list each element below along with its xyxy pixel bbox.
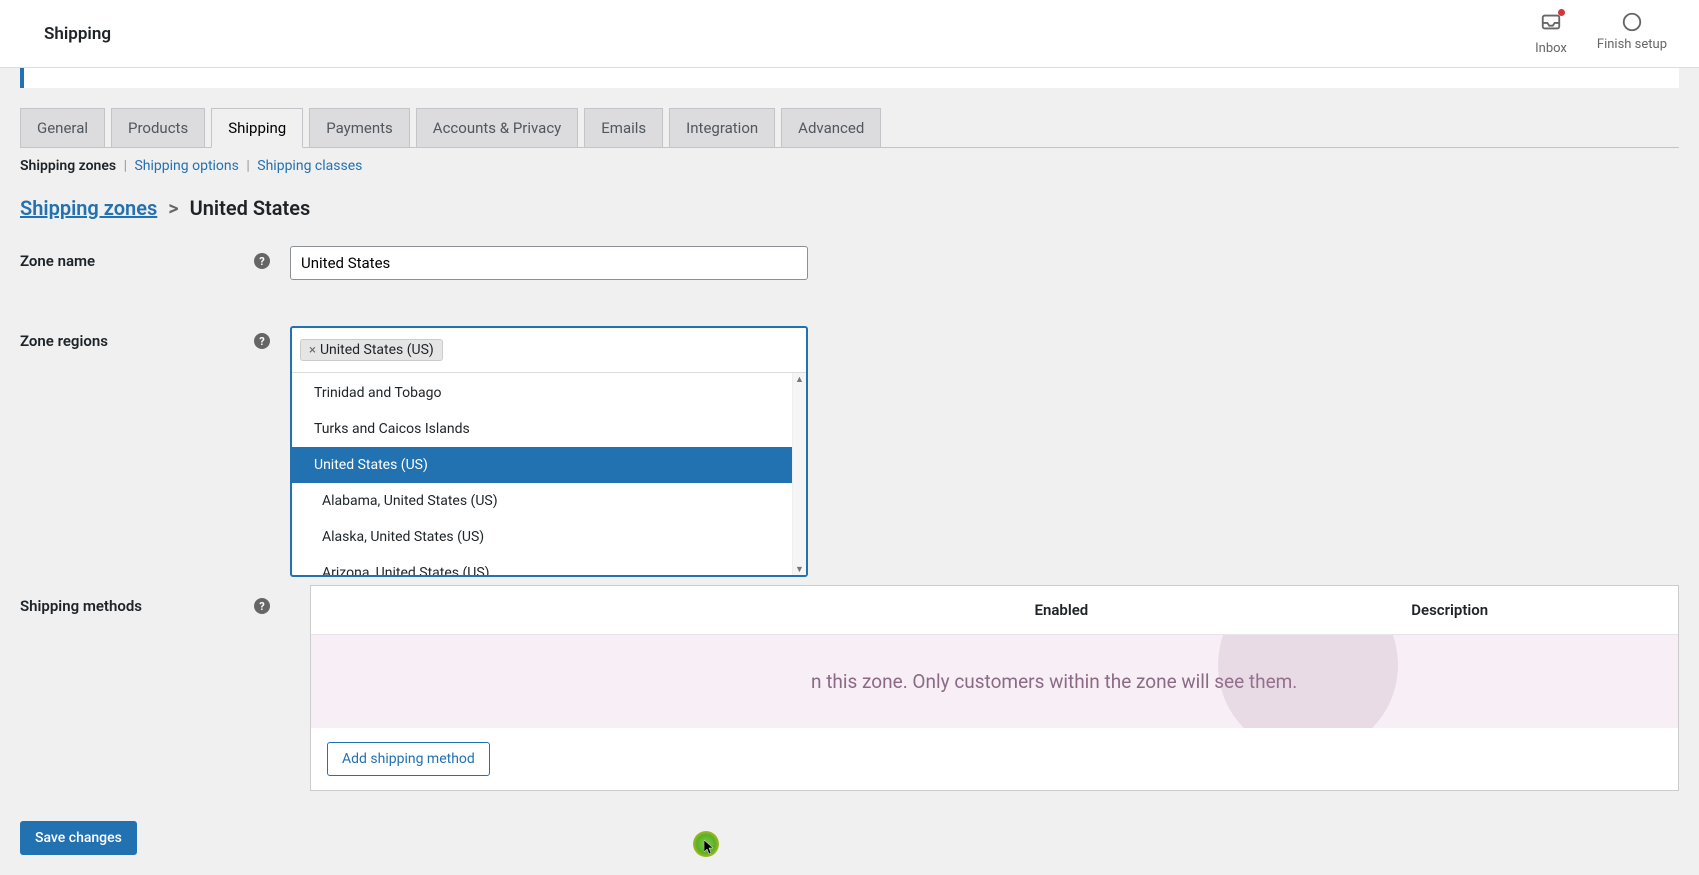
zone-regions-label: Zone regions xyxy=(20,332,108,350)
shipping-methods-label-wrap: Shipping methods ? xyxy=(20,597,290,615)
tab-integration[interactable]: Integration xyxy=(669,108,775,147)
help-icon[interactable]: ? xyxy=(254,598,270,614)
zone-regions-row: Zone regions ? × United States (US) Trin… xyxy=(20,326,1679,577)
cursor-highlight-icon xyxy=(693,831,719,857)
tab-products[interactable]: Products xyxy=(111,108,205,147)
zone-regions-select[interactable]: × United States (US) Trinidad and Tobago… xyxy=(290,326,808,577)
tab-general[interactable]: General xyxy=(20,108,105,147)
circle-icon xyxy=(1621,11,1643,33)
scroll-down-icon[interactable]: ▼ xyxy=(793,563,806,575)
zone-name-row: Zone name ? xyxy=(20,246,1679,280)
notice-remnant xyxy=(20,68,1679,88)
zone-name-label: Zone name xyxy=(20,252,95,270)
content-wrap: General Products Shipping Payments Accou… xyxy=(0,68,1699,875)
selected-region-tag: × United States (US) xyxy=(300,339,443,361)
region-option-highlighted[interactable]: United States (US) xyxy=(292,447,806,483)
zone-name-label-wrap: Zone name ? xyxy=(20,246,290,270)
methods-table-footer: Add shipping method xyxy=(311,728,1678,790)
region-option[interactable]: Trinidad and Tobago xyxy=(292,373,806,411)
breadcrumb-root-link[interactable]: Shipping zones xyxy=(20,196,157,220)
inbox-button[interactable]: Inbox xyxy=(1535,11,1567,56)
region-option[interactable]: Alaska, United States (US) xyxy=(292,519,806,555)
methods-table-header: Title Enabled Description xyxy=(311,586,1678,635)
scroll-up-icon[interactable]: ▲ xyxy=(793,373,806,385)
top-bar-actions: Inbox Finish setup xyxy=(1535,11,1679,56)
subnav-classes[interactable]: Shipping classes xyxy=(257,158,362,174)
region-option[interactable]: Alabama, United States (US) xyxy=(292,483,806,519)
top-bar: Shipping Inbox Finish setup xyxy=(0,0,1699,68)
tab-emails[interactable]: Emails xyxy=(584,108,663,147)
remove-tag-icon[interactable]: × xyxy=(309,343,316,358)
selected-region-text: United States (US) xyxy=(320,342,434,358)
zone-name-input[interactable] xyxy=(290,246,808,280)
subnav-zones[interactable]: Shipping zones xyxy=(20,158,116,174)
methods-empty-state: n this zone. Only customers within the z… xyxy=(311,635,1678,728)
zone-name-field xyxy=(290,246,808,280)
empty-state-text: n this zone. Only customers within the z… xyxy=(811,670,1297,693)
cursor-icon xyxy=(704,840,716,860)
tab-payments[interactable]: Payments xyxy=(309,108,410,147)
settings-tabs: General Products Shipping Payments Accou… xyxy=(20,108,1679,148)
zone-regions-label-wrap: Zone regions ? xyxy=(20,326,290,350)
tab-accounts-privacy[interactable]: Accounts & Privacy xyxy=(416,108,578,147)
separator: | xyxy=(246,158,249,174)
inbox-label: Inbox xyxy=(1535,41,1567,56)
select-selection[interactable]: × United States (US) xyxy=(292,328,806,372)
region-option[interactable]: Turks and Caicos Islands xyxy=(292,411,806,447)
finish-setup-label: Finish setup xyxy=(1597,37,1667,52)
col-enabled: Enabled xyxy=(825,601,1282,619)
col-description: Description xyxy=(1281,601,1658,619)
help-icon[interactable]: ? xyxy=(254,333,270,349)
add-shipping-method-button[interactable]: Add shipping method xyxy=(327,742,490,776)
help-icon[interactable]: ? xyxy=(254,253,270,269)
breadcrumb-current: United States xyxy=(190,196,311,220)
finish-setup-button[interactable]: Finish setup xyxy=(1597,11,1667,56)
region-option[interactable]: Arizona, United States (US) xyxy=(292,555,806,575)
chevron-right-icon: > xyxy=(168,196,178,220)
breadcrumb: Shipping zones > United States xyxy=(20,196,1679,220)
notification-dot-icon xyxy=(1558,9,1565,16)
dropdown-scrollbar[interactable]: ▲ ▼ xyxy=(792,373,806,575)
page-title: Shipping xyxy=(20,24,111,44)
shipping-methods-table: Title Enabled Description n this zone. O… xyxy=(310,585,1679,791)
shipping-subnav: Shipping zones | Shipping options | Ship… xyxy=(20,158,1679,174)
zone-regions-field: × United States (US) Trinidad and Tobago… xyxy=(290,326,808,577)
region-dropdown: Trinidad and Tobago Turks and Caicos Isl… xyxy=(292,372,806,575)
tab-shipping[interactable]: Shipping xyxy=(211,108,303,148)
tab-advanced[interactable]: Advanced xyxy=(781,108,881,147)
save-changes-button[interactable]: Save changes xyxy=(20,821,137,855)
separator: | xyxy=(124,158,127,174)
shipping-methods-label: Shipping methods xyxy=(20,597,142,615)
subnav-options[interactable]: Shipping options xyxy=(134,158,238,174)
